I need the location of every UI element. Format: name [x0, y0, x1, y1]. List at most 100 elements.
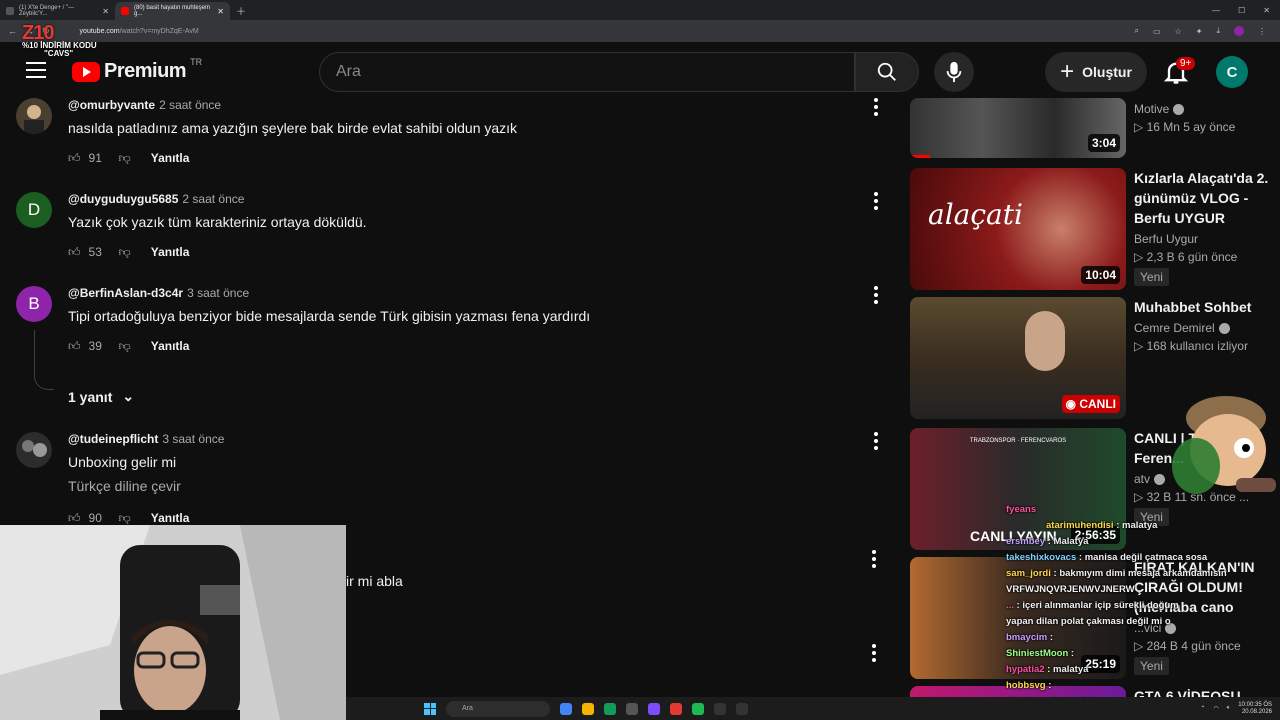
cast-icon[interactable]: ▭	[1153, 27, 1161, 36]
related-video[interactable]: alaçati 10:04 Kızlarla Alaçatı'da 2. gün…	[910, 168, 1270, 290]
browser-tab-strip: (1) X'te Denge+ / "— Zeybilc'Y... ✕ (80)…	[0, 0, 1280, 20]
video-thumbnail[interactable]: alaçati 10:04	[910, 168, 1126, 290]
volume-icon[interactable]: 🔈︎	[1227, 705, 1231, 712]
app-icon[interactable]	[604, 702, 616, 715]
minimize-icon[interactable]: —	[1212, 6, 1220, 15]
create-button[interactable]: + Oluştur	[1045, 52, 1147, 92]
discord-icon[interactable]	[648, 702, 660, 715]
browser-menu-icon[interactable]: ⋮	[1258, 27, 1266, 36]
comment-text: Unboxing gelir mi	[68, 454, 177, 470]
like-icon[interactable]: 👍︎	[68, 245, 81, 260]
search-button[interactable]	[855, 52, 919, 92]
account-avatar[interactable]: C	[1216, 56, 1248, 88]
related-video[interactable]: 3:04 Motive ▷ 16 Mn 5 ay önce	[910, 98, 1270, 158]
dislike-icon[interactable]: 👎︎	[119, 245, 131, 260]
app-icon[interactable]	[736, 702, 748, 715]
channel-name[interactable]: Motive	[1134, 102, 1169, 116]
dislike-icon[interactable]: 👎︎	[119, 511, 131, 526]
video-title[interactable]: Kızlarla Alaçatı'da 2. günümüz VLOG - Be…	[1134, 168, 1270, 228]
back-icon[interactable]: ←	[8, 26, 17, 36]
windows-taskbar: Ara ⌃ ◠ 🔈︎ 10:00:35 ÖS 20.08.2026	[346, 697, 1280, 720]
close-window-icon[interactable]: ✕	[1263, 6, 1270, 15]
chat-user: hobbsvg	[1006, 680, 1046, 691]
voice-search-button[interactable]	[934, 52, 974, 92]
translate-link[interactable]: Türkçe diline çevir	[68, 478, 848, 494]
video-meta: 168 kullanıcı izliyor	[1146, 339, 1248, 353]
obs-icon[interactable]	[714, 702, 726, 715]
maximize-icon[interactable]: ☐	[1238, 6, 1245, 15]
chrome-icon[interactable]	[560, 702, 572, 715]
app-icon[interactable]	[670, 702, 682, 715]
more-options-icon[interactable]	[874, 98, 878, 119]
profile-icon[interactable]	[1234, 26, 1244, 36]
chevron-up-icon[interactable]: ⌃	[1200, 705, 1205, 712]
replies-count: 1 yanıt	[68, 388, 113, 405]
commenter-avatar[interactable]: D	[16, 192, 52, 228]
close-icon[interactable]: ✕	[217, 7, 224, 16]
chat-message: yapan dilan polat çakması değil mi o	[1006, 614, 1280, 630]
more-options-icon[interactable]	[872, 550, 876, 571]
more-options-icon[interactable]	[874, 432, 878, 453]
video-title[interactable]: Muhabbet Sohbet	[1134, 297, 1270, 317]
video-thumbnail[interactable]: ◉ CANLI	[910, 297, 1126, 419]
video-meta: 2,3 B 6 gün önce	[1146, 250, 1238, 264]
reply-button[interactable]: Yanıtla	[151, 339, 190, 353]
url-field[interactable]: youtube.com/watch?v=myDhZqE-AvM	[80, 28, 199, 35]
like-icon[interactable]: 👍︎	[68, 339, 81, 354]
comment-time[interactable]: 3 saat önce	[187, 286, 249, 300]
commenter-avatar[interactable]	[16, 98, 52, 134]
browser-tab-active[interactable]: (80) basit hayatın muhteşem g... ✕	[115, 2, 230, 20]
mascot-overlay	[1166, 388, 1280, 500]
hamburger-menu-icon[interactable]	[26, 62, 46, 78]
close-icon[interactable]: ✕	[102, 7, 109, 16]
cartoon-mascot	[1172, 396, 1276, 494]
downloads-icon[interactable]: ⤓	[1216, 26, 1220, 36]
more-options-icon[interactable]	[872, 644, 876, 665]
like-icon[interactable]: 👍︎	[68, 151, 81, 166]
live-icon: ◉	[1065, 397, 1080, 411]
video-thumbnail[interactable]: 3:04	[910, 98, 1126, 158]
replies-toggle-button[interactable]: 1 yanıt ⌄	[68, 388, 134, 405]
channel-name[interactable]: atv	[1134, 472, 1150, 486]
star-icon[interactable]: ☆	[1175, 27, 1182, 36]
zoom-icon[interactable]: ⌕	[1135, 26, 1139, 36]
wifi-icon[interactable]: ◠	[1213, 705, 1218, 712]
comment-time[interactable]: 2 saat önce	[182, 192, 244, 206]
extensions-icon[interactable]: ✦	[1196, 27, 1203, 36]
more-options-icon[interactable]	[874, 286, 878, 307]
comment-author[interactable]: @omurbyvante	[68, 98, 155, 112]
comment-author[interactable]: @duyguduygu5685	[68, 192, 178, 206]
like-icon[interactable]: 👍︎	[68, 511, 81, 526]
chat-text: malatya	[1122, 520, 1158, 531]
channel-name[interactable]: Berfu Uygur	[1134, 232, 1198, 246]
comment-time[interactable]: 2 saat önce	[159, 98, 221, 112]
verified-icon	[1173, 103, 1185, 115]
browser-tab[interactable]: (1) X'te Denge+ / "— Zeybilc'Y... ✕	[0, 2, 115, 20]
reply-button[interactable]: Yanıtla	[151, 151, 190, 165]
comment-time[interactable]: 3 saat önce	[162, 432, 224, 446]
commenter-avatar[interactable]: B	[16, 286, 52, 322]
windows-start-icon[interactable]	[424, 702, 436, 715]
like-count: 91	[88, 151, 102, 165]
reply-button[interactable]: Yanıtla	[151, 511, 190, 525]
channel-name[interactable]: Cemre Demirel	[1134, 321, 1215, 335]
file-explorer-icon[interactable]	[582, 702, 594, 715]
youtube-header: Premium TR Ara + Oluştur C	[0, 44, 1280, 100]
new-tab-icon[interactable]: ＋	[236, 3, 246, 18]
clock[interactable]: 10:00:35 ÖS 20.08.2026	[1238, 702, 1272, 716]
stream-promo-overlay: Z10 %10 İNDİRİM KODU "CAVS"	[22, 23, 97, 58]
taskbar-search[interactable]: Ara	[446, 700, 550, 717]
dislike-icon[interactable]: 👎︎	[119, 151, 131, 166]
commenter-avatar[interactable]	[16, 432, 52, 468]
spotify-icon[interactable]	[692, 702, 704, 715]
comment-author[interactable]: @tudeinepflicht	[68, 432, 158, 446]
more-options-icon[interactable]	[874, 192, 878, 213]
comment-text-partial: ir mi abla	[346, 573, 403, 589]
comment-author[interactable]: @BerfinAslan-d3c4r	[68, 286, 183, 300]
dislike-icon[interactable]: 👎︎	[119, 339, 131, 354]
reply-button[interactable]: Yanıtla	[151, 245, 190, 259]
search-input[interactable]: Ara	[319, 52, 855, 92]
play-icon: ▷	[1134, 250, 1147, 264]
app-icon[interactable]	[626, 702, 638, 715]
youtube-premium-logo[interactable]: Premium TR	[72, 57, 202, 83]
